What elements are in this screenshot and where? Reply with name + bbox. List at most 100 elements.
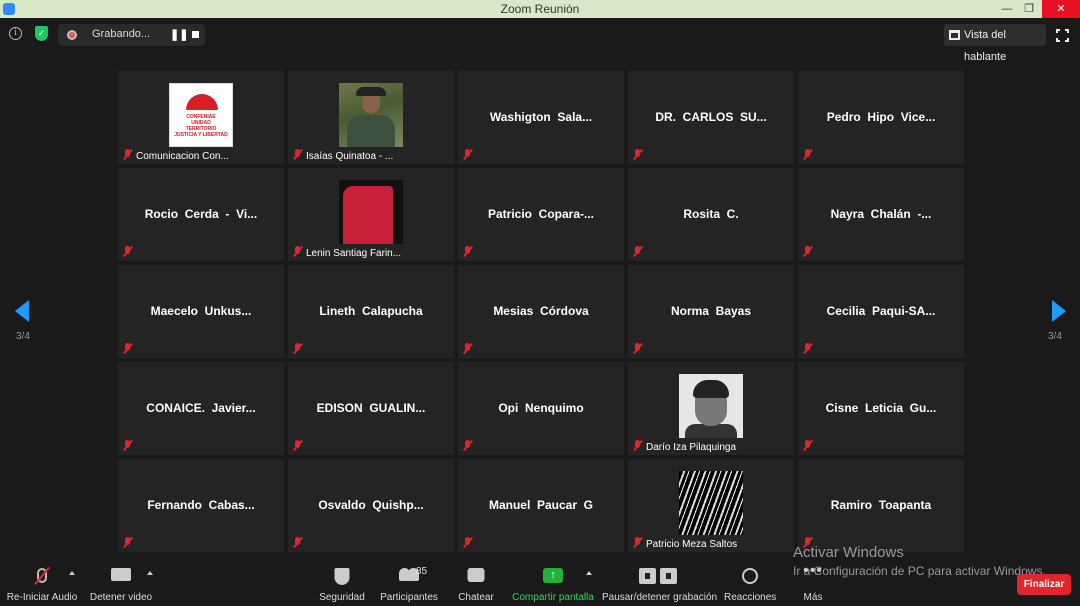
participant-tile[interactable]: EDISON GUALIN...: [288, 362, 454, 455]
pause-stop-recording-button[interactable]: Pausar/detener grabación: [602, 556, 718, 606]
chat-bubble-icon: [467, 568, 485, 582]
speaker-view-button[interactable]: Vista del hablante: [944, 24, 1046, 63]
security-shield-icon: [334, 568, 350, 585]
video-button[interactable]: Detener video: [88, 556, 154, 606]
smiley-icon: [742, 568, 758, 584]
stop-recording-icon[interactable]: [192, 31, 199, 38]
participant-tile[interactable]: Osvaldo Quishp...: [288, 459, 454, 552]
participant-tile[interactable]: Lenin Santiag Farin...: [288, 168, 454, 261]
participant-name: Rocio Cerda - Vi...: [144, 207, 258, 221]
muted-mic-icon: [632, 246, 644, 258]
participant-name: Nayra Chalán -...: [830, 207, 932, 221]
security-button[interactable]: Seguridad: [316, 556, 368, 606]
participant-tile[interactable]: Maecelo Unkus...: [118, 265, 284, 358]
muted-mic-icon: [292, 343, 304, 355]
participant-tile[interactable]: DR. CARLOS SU...: [628, 71, 794, 164]
video-camera-icon: [111, 568, 131, 581]
participant-tile[interactable]: Lineth Calapucha: [288, 265, 454, 358]
more-label: Más: [803, 592, 823, 603]
participant-name: Opi Nenquimo: [498, 401, 584, 415]
participant-video: [339, 180, 403, 244]
close-icon[interactable]: ✕: [1042, 0, 1080, 18]
participant-video: CONFENIAE UNIDAD TERRITORIO JUSTICIA Y LIBE…: [169, 83, 233, 147]
restore-icon[interactable]: ❐: [1018, 0, 1040, 18]
participant-tile[interactable]: Manuel Paucar G: [458, 459, 624, 552]
page-indicator-left: 3/4: [16, 331, 30, 342]
participant-tile[interactable]: Washigton Sala...: [458, 71, 624, 164]
more-dots-icon: •••: [803, 562, 823, 579]
participant-tile[interactable]: Norma Bayas: [628, 265, 794, 358]
participant-label: Darío Iza Pilaquinga: [646, 442, 737, 453]
participant-tile[interactable]: CONFENIAE UNIDAD TERRITORIO JUSTICIA Y LIBE…: [118, 71, 284, 164]
muted-mic-icon: [292, 246, 304, 258]
participant-tile[interactable]: Cisne Leticia Gu...: [798, 362, 964, 455]
participant-name: Cecilia Paqui-SA...: [826, 304, 936, 318]
participant-tile[interactable]: Darío Iza Pilaquinga: [628, 362, 794, 455]
participant-tile[interactable]: Nayra Chalán -...: [798, 168, 964, 261]
logo-text: CONFENIAE UNIDAD TERRITORIO JUSTICIA Y LIBE…: [174, 114, 228, 138]
participant-name: CONAICE. Javier...: [146, 401, 256, 415]
participant-tile[interactable]: Isaías Quinatoa - ...: [288, 71, 454, 164]
participant-tile[interactable]: CONAICE. Javier...: [118, 362, 284, 455]
video-label: Detener video: [89, 592, 153, 603]
muted-mic-icon: [122, 343, 134, 355]
participant-label: Isaías Quinatoa - ...: [306, 151, 394, 162]
previous-page-arrow-icon[interactable]: [15, 300, 29, 322]
participant-name: Ramiro Toapanta: [830, 498, 932, 512]
minimize-icon[interactable]: —: [996, 0, 1018, 18]
participant-name: Fernando Cabas...: [147, 498, 255, 512]
participant-name: Mesias Córdova: [493, 304, 589, 318]
muted-mic-icon: [292, 149, 304, 161]
more-button[interactable]: ••• Más: [796, 556, 830, 606]
recording-label: Grabando...: [92, 28, 151, 40]
recording-control-label: Pausar/detener grabación: [602, 592, 718, 603]
muted-mic-icon: [802, 246, 814, 258]
participant-name: Osvaldo Quishp...: [318, 498, 424, 512]
reactions-button[interactable]: Reacciones: [724, 556, 776, 606]
share-screen-label: Compartir pantalla: [512, 592, 594, 603]
pause-recording-icon[interactable]: ❚❚: [170, 28, 188, 41]
page-indicator-right: 3/4: [1048, 331, 1062, 342]
participants-label: Participantes: [380, 592, 438, 603]
end-meeting-button[interactable]: Finalizar: [1017, 574, 1071, 595]
muted-mic-icon: [292, 537, 304, 549]
encryption-shield-icon[interactable]: ✓: [35, 26, 48, 41]
chat-button[interactable]: Chatear: [455, 556, 497, 606]
muted-mic-icon: [122, 246, 134, 258]
participant-name: Norma Bayas: [670, 304, 752, 318]
participant-video: [679, 374, 743, 438]
info-icon[interactable]: i: [9, 27, 22, 40]
audio-options-caret-icon[interactable]: [69, 571, 75, 575]
participant-tile[interactable]: Rosita C.: [628, 168, 794, 261]
share-options-caret-icon[interactable]: [586, 571, 592, 575]
fullscreen-icon[interactable]: [1055, 28, 1072, 45]
participant-tile[interactable]: Pedro Hipo Vice...: [798, 71, 964, 164]
muted-mic-icon: [802, 440, 814, 452]
share-screen-button[interactable]: ↑ Compartir pantalla: [512, 556, 594, 606]
participants-button[interactable]: 85 Participantes: [378, 556, 440, 606]
participant-name: Maecelo Unkus...: [150, 304, 252, 318]
muted-mic-icon: [122, 440, 134, 452]
participant-tile[interactable]: Cecilia Paqui-SA...: [798, 265, 964, 358]
participant-tile[interactable]: Ramiro Toapanta: [798, 459, 964, 552]
participant-name: Lineth Calapucha: [319, 304, 423, 318]
participant-tile[interactable]: Patricio Copara-...: [458, 168, 624, 261]
window-titlebar: Zoom Reunión — ❐ ✕: [0, 0, 1080, 18]
participant-label: Comunicacion Con...: [136, 151, 229, 162]
next-page-arrow-icon[interactable]: [1052, 300, 1066, 322]
participant-video: [679, 471, 743, 535]
recording-indicator: Grabando... ❚❚: [58, 24, 205, 46]
participant-name: Pedro Hipo Vice...: [826, 110, 936, 124]
muted-mic-icon: [122, 149, 134, 161]
muted-mic-icon: [802, 343, 814, 355]
muted-mic-icon: [462, 149, 474, 161]
meeting-toolbar: Re-Iniciar Audio Detener video Seguridad…: [0, 556, 1080, 606]
participant-tile[interactable]: Patricio Meza Saltos: [628, 459, 794, 552]
audio-button[interactable]: Re-Iniciar Audio: [4, 556, 80, 606]
participant-tile[interactable]: Mesias Córdova: [458, 265, 624, 358]
participant-tile[interactable]: Fernando Cabas...: [118, 459, 284, 552]
video-options-caret-icon[interactable]: [147, 571, 153, 575]
participant-tile[interactable]: Opi Nenquimo: [458, 362, 624, 455]
audio-label: Re-Iniciar Audio: [6, 592, 78, 603]
participant-tile[interactable]: Rocio Cerda - Vi...: [118, 168, 284, 261]
